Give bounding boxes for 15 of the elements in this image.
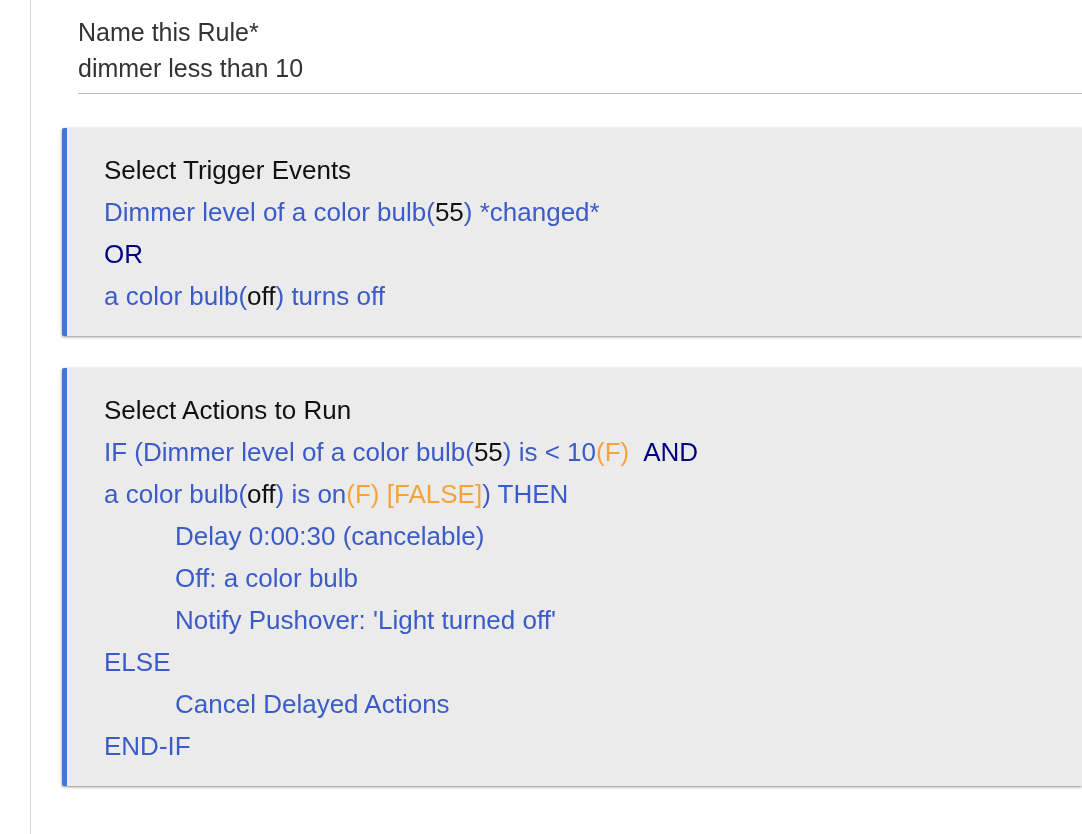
rule-name-field[interactable]: dimmer less than 10 — [78, 48, 1082, 94]
rule-line: a color bulb(off) turns off — [104, 280, 385, 313]
rule-line: Cancel Delayed Actions — [174, 688, 450, 721]
rule-line: a color bulb(off) is on(F) [FALSE]) THEN — [104, 478, 569, 511]
rule-line: Off: a color bulb — [174, 562, 359, 595]
rule-line: Notify Pushover: 'Light turned off' — [174, 604, 556, 637]
field-label: Name this Rule* — [78, 17, 260, 48]
rule-line: ELSE — [104, 646, 171, 679]
rule-line: END-IF — [104, 730, 191, 763]
rule-line: IF (Dimmer level of a color bulb(55) is < 10(F) AND — [104, 436, 699, 469]
rule-line: Delay 0:00:30 (cancelable) — [174, 520, 485, 553]
rule-line: Dimmer level of a color bulb(55) *changed* — [104, 196, 600, 229]
rule-line: OR — [104, 238, 143, 271]
section-title: Select Actions to Run — [104, 394, 352, 427]
section-title: Select Trigger Events — [104, 154, 352, 187]
